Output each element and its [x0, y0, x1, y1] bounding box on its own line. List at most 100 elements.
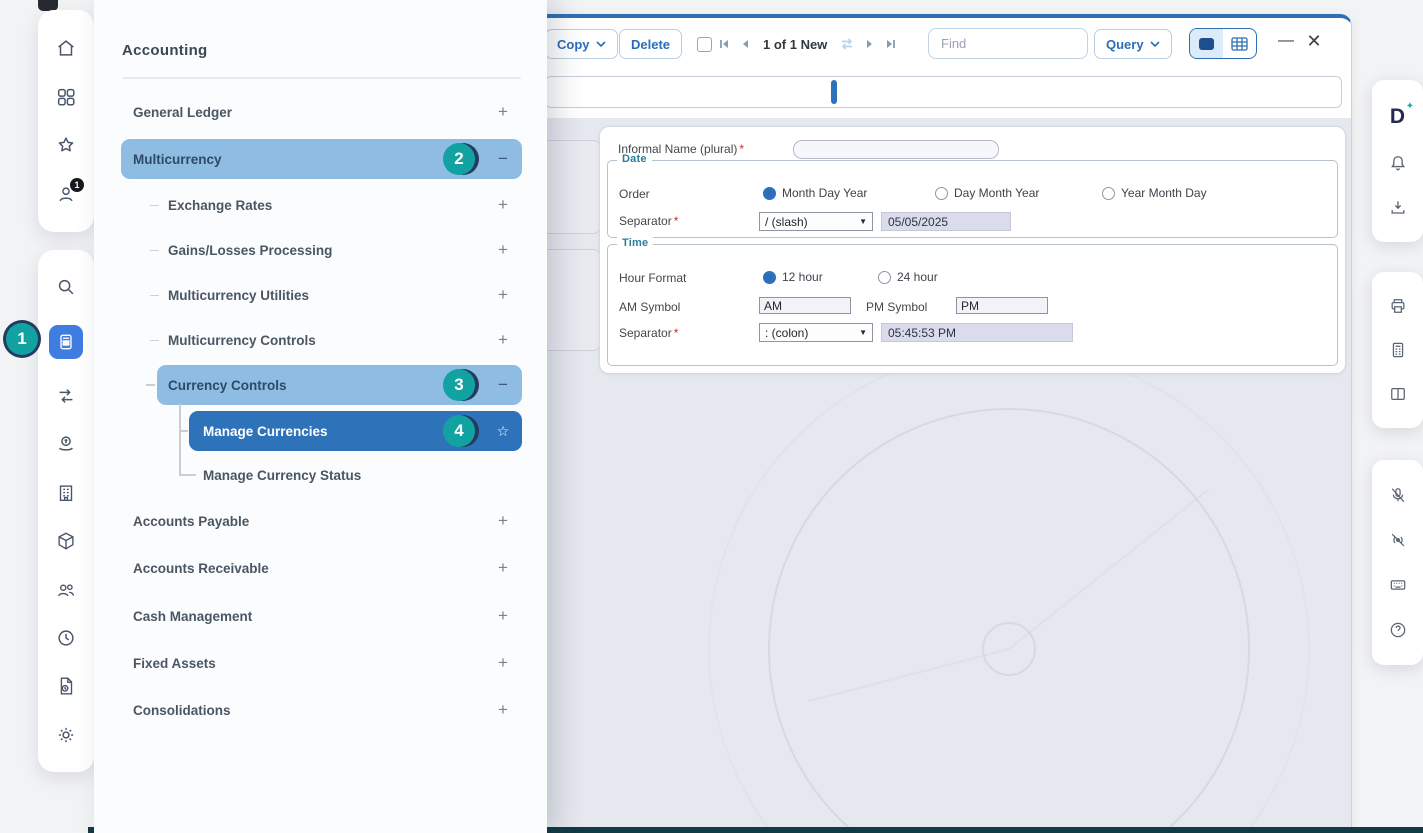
flyout-item-fixed-assets[interactable]: Fixed Assets +	[121, 640, 522, 686]
record-navigation: 1 of 1 New	[717, 29, 898, 59]
query-button[interactable]: Query	[1094, 29, 1172, 59]
print-icon[interactable]	[1388, 296, 1408, 316]
deltek-logo[interactable]: D ✦	[1390, 105, 1405, 129]
time-legend: Time	[617, 237, 653, 249]
apps-icon[interactable]	[55, 86, 77, 108]
flyout-item-accounts-receivable[interactable]: Accounts Receivable +	[121, 545, 522, 591]
flyout-item-exchange-rates[interactable]: Exchange Rates +	[121, 182, 522, 228]
dropdown-arrow-icon: ▼	[859, 328, 867, 337]
main-window: Copy Delete 1 of 1 New	[530, 14, 1352, 833]
notification-count-badge: 1	[70, 178, 84, 192]
refresh-icon[interactable]	[838, 35, 856, 53]
expand-icon[interactable]: +	[495, 330, 511, 350]
last-record-icon[interactable]	[884, 37, 898, 51]
step-badge-1: 1	[6, 323, 38, 355]
radio-icon	[935, 187, 948, 200]
informal-name-input[interactable]	[793, 140, 999, 159]
delete-button[interactable]: Delete	[619, 29, 682, 59]
inventory-icon[interactable]	[55, 530, 77, 552]
collapse-icon[interactable]: −	[495, 149, 511, 169]
expand-icon[interactable]: +	[495, 653, 511, 673]
accounting-flyout-menu: Accounting General Ledger + Multicurrenc…	[94, 0, 547, 833]
date-separator-dropdown[interactable]: / (slash) ▼	[759, 212, 873, 231]
find-input[interactable]	[928, 28, 1088, 59]
pm-symbol-input[interactable]	[956, 297, 1048, 314]
search-icon[interactable]	[55, 276, 77, 298]
flyout-item-multicurrency-controls[interactable]: Multicurrency Controls +	[121, 317, 522, 363]
notifications-icon[interactable]	[1388, 153, 1408, 173]
right-rail-bottom	[1372, 460, 1423, 665]
step-badge-3: 3	[443, 369, 475, 401]
required-asterisk: *	[674, 326, 679, 340]
previous-record-icon[interactable]	[738, 37, 752, 51]
time-icon[interactable]	[55, 627, 77, 649]
broadcast-off-icon[interactable]	[1388, 530, 1408, 550]
columns-icon[interactable]	[1388, 384, 1408, 404]
settings-icon[interactable]	[55, 724, 77, 746]
form-view-button[interactable]	[1190, 29, 1223, 58]
radio-day-month-year[interactable]: Day Month Year	[935, 186, 1039, 200]
copy-button[interactable]: Copy	[545, 29, 618, 59]
first-record-icon[interactable]	[717, 37, 731, 51]
radio-month-day-year[interactable]: Month Day Year	[763, 186, 867, 200]
favorite-star-icon[interactable]: ☆	[495, 423, 511, 440]
expand-icon[interactable]: +	[495, 606, 511, 626]
am-symbol-input[interactable]	[759, 297, 851, 314]
expand-icon[interactable]: +	[495, 195, 511, 215]
favorites-icon[interactable]	[55, 134, 77, 156]
expand-icon[interactable]: +	[495, 102, 511, 122]
list-view-button[interactable]	[1223, 29, 1256, 58]
accounting-icon[interactable]	[49, 325, 83, 359]
flyout-item-consolidations[interactable]: Consolidations +	[121, 687, 522, 733]
expand-icon[interactable]: +	[495, 240, 511, 260]
tree-connector	[179, 430, 188, 432]
flyout-item-general-ledger[interactable]: General Ledger +	[121, 89, 522, 135]
people-icon[interactable]	[55, 579, 77, 601]
expand-icon[interactable]: +	[495, 700, 511, 720]
microphone-off-icon[interactable]	[1388, 485, 1408, 505]
help-icon[interactable]	[1388, 620, 1408, 640]
profile-icon[interactable]: 1	[55, 183, 77, 205]
flyout-item-gains-losses-processing[interactable]: Gains/Losses Processing +	[121, 227, 522, 273]
expand-icon[interactable]: +	[495, 558, 511, 578]
documents-icon[interactable]	[55, 675, 77, 697]
calculator-tool-icon[interactable]	[1388, 340, 1408, 360]
radio-year-month-day[interactable]: Year Month Day	[1102, 186, 1207, 200]
expand-icon[interactable]: +	[495, 285, 511, 305]
am-symbol-label: AM Symbol	[619, 300, 680, 314]
time-separator-dropdown[interactable]: : (colon) ▼	[759, 323, 873, 342]
collapse-icon[interactable]: −	[495, 375, 511, 395]
flyout-item-multicurrency-utilities[interactable]: Multicurrency Utilities +	[121, 272, 522, 318]
view-toggle	[1189, 28, 1257, 59]
next-record-icon[interactable]	[863, 37, 877, 51]
flyout-item-manage-currency-status[interactable]: Manage Currency Status	[121, 452, 522, 498]
radio-24-hour[interactable]: 24 hour	[878, 270, 938, 284]
app-root: Copy Delete 1 of 1 New	[0, 0, 1423, 833]
home-icon[interactable]	[55, 37, 77, 59]
flyout-item-accounts-payable[interactable]: Accounts Payable +	[121, 498, 522, 544]
right-rail-middle	[1372, 272, 1423, 428]
radio-12-hour[interactable]: 12 hour	[763, 270, 823, 284]
form-view-icon	[1198, 37, 1215, 51]
close-button[interactable]: ✕	[1301, 26, 1327, 56]
organization-icon[interactable]	[55, 482, 77, 504]
record-title-input[interactable]	[545, 76, 1342, 108]
cash-management-icon[interactable]	[55, 433, 77, 455]
sidebar-top-group: 1	[38, 10, 94, 232]
step-badge-2: 2	[443, 143, 475, 175]
radio-icon	[1102, 187, 1115, 200]
order-label: Order	[619, 187, 650, 201]
divider	[122, 77, 521, 79]
time-separator-label: Separator*	[619, 326, 678, 340]
keyboard-icon[interactable]	[1388, 575, 1408, 595]
transactions-icon[interactable]	[55, 385, 77, 407]
chevron-down-icon	[596, 41, 606, 47]
required-asterisk: *	[674, 214, 679, 228]
required-asterisk: *	[739, 142, 744, 156]
flyout-item-cash-management[interactable]: Cash Management +	[121, 593, 522, 639]
download-icon[interactable]	[1388, 198, 1408, 218]
minimize-button[interactable]: —	[1273, 26, 1299, 56]
expand-icon[interactable]: +	[495, 511, 511, 531]
record-checkbox[interactable]	[697, 37, 712, 52]
chevron-down-icon	[1150, 41, 1160, 47]
